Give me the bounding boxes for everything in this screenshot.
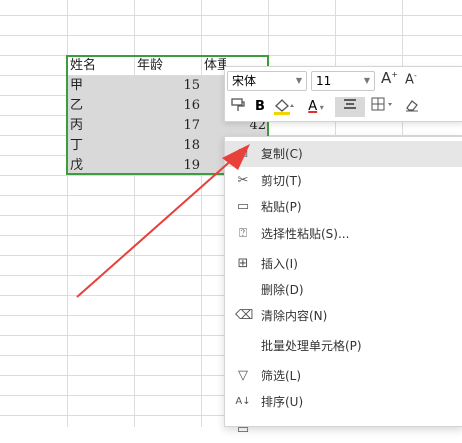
menu-item-paste-special[interactable]: ⍰ 选择性粘贴(S)... (225, 221, 462, 247)
menu-item-insert[interactable]: ⊞ 插入(I) (225, 251, 462, 277)
menu-item-label: 剪切(T) (261, 174, 302, 188)
borders-icon (371, 97, 392, 111)
menu-item-cut[interactable]: ✂ 剪切(T) (225, 168, 462, 194)
menu-item-label: 删除(D) (261, 283, 304, 297)
cell-age[interactable]: 16 (137, 96, 200, 115)
menu-item-delete[interactable]: 删除(D) (225, 277, 462, 303)
cell-age[interactable]: 18 (137, 136, 200, 155)
menu-item-batch-process[interactable]: 批量处理单元格(P) (225, 333, 462, 359)
cell-name[interactable]: 戊 (70, 156, 130, 175)
insert-icon: ⊞ (237, 256, 249, 271)
menu-item-label: 粘贴(P) (261, 200, 302, 214)
cell-age[interactable]: 15 (137, 76, 200, 95)
cell-name[interactable]: 乙 (70, 96, 130, 115)
menu-item-label: 清除内容(N) (261, 309, 328, 323)
sort-icon: A↓ (235, 396, 251, 407)
scissors-icon: ✂ (237, 173, 249, 188)
grid-line (201, 0, 202, 427)
grid-line (0, 15, 462, 16)
decrease-font-icon: A (405, 72, 414, 88)
more-icon: ▭ (236, 422, 250, 437)
font-color-button[interactable]: A ▾ (303, 97, 329, 117)
menu-item-filter[interactable]: ▽ 筛选(L) (225, 363, 462, 389)
format-painter-icon (231, 98, 245, 111)
cell-name[interactable]: 丙 (70, 116, 130, 135)
borders-button[interactable] (369, 97, 397, 117)
menu-item-label: 批量处理单元格(P) (261, 339, 362, 353)
font-family-value: 宋体 (232, 74, 257, 88)
eraser-icon: ⌫ (235, 308, 254, 323)
filter-icon: ▽ (238, 368, 248, 383)
menu-item-partial: ▭ (225, 417, 462, 437)
context-menu: ⧉ 复制(C) ✂ 剪切(T) ▭ 粘贴(P) ⍰ 选择性粘贴(S)... ⊞ … (224, 136, 462, 437)
cell-age[interactable]: 17 (137, 116, 200, 135)
cell-age[interactable]: 19 (137, 156, 200, 175)
header-name[interactable]: 姓名 (70, 56, 132, 75)
chevron-down-icon: ▼ (363, 76, 370, 85)
menu-item-label: 筛选(L) (261, 369, 302, 383)
menu-item-sort[interactable]: A↓ 排序(U) (225, 389, 462, 415)
menu-item-copy[interactable]: ⧉ 复制(C) (225, 141, 462, 167)
menu-item-label: 插入(I) (261, 257, 298, 271)
fill-color-icon (274, 99, 294, 115)
menu-item-paste[interactable]: ▭ 粘贴(P) (225, 194, 462, 220)
clear-format-button[interactable] (401, 97, 423, 117)
paste-icon: ▭ (236, 199, 250, 214)
menu-item-clear-contents[interactable]: ⌫ 清除内容(N) (225, 303, 462, 329)
grid-line (67, 0, 68, 427)
copy-icon: ⧉ (238, 146, 248, 161)
header-weight[interactable]: 体重 (204, 56, 226, 75)
font-color-icon: A (308, 99, 318, 114)
fill-color-button[interactable] (271, 97, 297, 117)
font-size-select[interactable]: 11 ▼ (311, 71, 375, 91)
header-age[interactable]: 年龄 (137, 56, 199, 75)
font-size-value: 11 (316, 74, 332, 88)
align-button[interactable] (335, 97, 365, 117)
format-painter-button[interactable] (229, 97, 247, 117)
menu-item-label: 选择性粘贴(S)... (261, 227, 350, 241)
mini-toolbar: 宋体 ▼ 11 ▼ A+ A- B A ▾ (224, 66, 462, 122)
decrease-font-size-button[interactable]: A- (405, 71, 417, 87)
paste-special-icon: ⍰ (239, 226, 247, 241)
eraser-icon (406, 100, 418, 112)
bold-button[interactable]: B (253, 97, 267, 117)
grid-line (134, 0, 135, 427)
cell-name[interactable]: 丁 (70, 136, 130, 155)
increase-font-icon: A (381, 69, 392, 87)
menu-item-label: 复制(C) (261, 147, 303, 161)
grid-line (0, 35, 462, 36)
font-family-select[interactable]: 宋体 ▼ (227, 71, 307, 91)
menu-item-label: 排序(U) (261, 395, 304, 409)
increase-font-size-button[interactable]: A+ (381, 69, 398, 87)
align-center-icon (344, 99, 356, 109)
chevron-down-icon: ▼ (295, 76, 302, 85)
cell-name[interactable]: 甲 (70, 76, 130, 95)
